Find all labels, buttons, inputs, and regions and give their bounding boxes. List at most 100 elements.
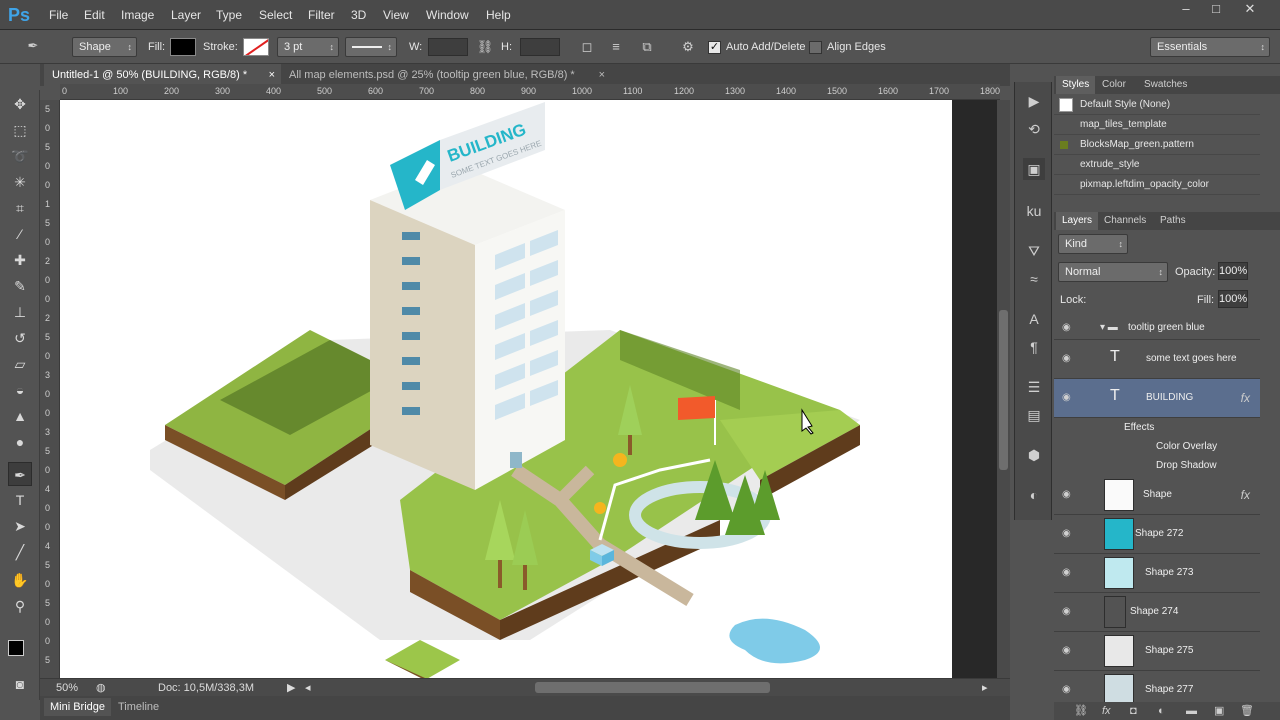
menu-file[interactable]: File bbox=[49, 8, 68, 22]
adjustments-icon[interactable]: ≈ bbox=[1023, 268, 1045, 290]
menu-type[interactable]: Type bbox=[216, 8, 242, 22]
notes-icon[interactable]: ▤ bbox=[1023, 404, 1045, 426]
quick-mask-icon[interactable]: ◙ bbox=[8, 672, 32, 696]
fx-icon[interactable]: fx bbox=[1102, 702, 1111, 720]
align-edges-checkbox[interactable] bbox=[809, 41, 822, 54]
magic-wand-icon[interactable]: ✳ bbox=[8, 170, 32, 194]
stroke-swatch[interactable] bbox=[243, 38, 269, 56]
style-item[interactable]: BlocksMap_green.pattern bbox=[1054, 135, 1260, 155]
close-tab-icon[interactable]: × bbox=[599, 64, 605, 86]
path-operations-icon[interactable]: ◻ bbox=[578, 39, 596, 55]
layer-group-row[interactable]: ◉ ▾ ▬ tooltip green blue bbox=[1054, 316, 1260, 340]
layer-row[interactable]: ◉ Shape 275 bbox=[1054, 632, 1260, 671]
line-tool-icon[interactable]: ╱ bbox=[8, 540, 32, 564]
vertical-scrollbar[interactable] bbox=[997, 100, 1010, 678]
layer-row[interactable]: ◉ Shape 277 bbox=[1054, 671, 1260, 702]
tab-styles[interactable]: Styles bbox=[1056, 76, 1096, 94]
workspace-select[interactable]: Essentials bbox=[1150, 37, 1270, 57]
brush-presets-icon[interactable]: ⛛ bbox=[1023, 240, 1045, 262]
height-field[interactable] bbox=[520, 38, 560, 56]
menu-view[interactable]: View bbox=[383, 8, 409, 22]
layer-row[interactable]: ◉ Shape fx bbox=[1054, 476, 1260, 515]
link-layers-icon[interactable]: ⛓ bbox=[1074, 702, 1088, 720]
healing-brush-icon[interactable]: ✚ bbox=[8, 248, 32, 272]
pen-tool-icon[interactable]: ✒ bbox=[8, 462, 32, 486]
minimize-button[interactable]: – bbox=[1170, 0, 1202, 18]
maximize-button[interactable]: □ bbox=[1200, 0, 1232, 18]
tab-swatches[interactable]: Swatches bbox=[1138, 76, 1193, 94]
brush-tool-icon[interactable]: ✎ bbox=[8, 274, 32, 298]
tool-mode-select[interactable]: Shape bbox=[72, 37, 137, 57]
blend-mode-select[interactable]: Normal bbox=[1058, 262, 1168, 282]
blur-tool-icon[interactable]: ▲ bbox=[8, 404, 32, 428]
style-item[interactable]: map_tiles_template bbox=[1054, 115, 1260, 135]
menu-window[interactable]: Window bbox=[426, 8, 469, 22]
move-tool-icon[interactable]: ✥ bbox=[8, 92, 32, 116]
history-brush-icon[interactable]: ↺ bbox=[8, 326, 32, 350]
fill-swatch[interactable] bbox=[170, 38, 196, 56]
document-canvas[interactable]: BUILDING SOME TEXT GOES HERE bbox=[60, 100, 952, 678]
history-icon[interactable]: ⟲ bbox=[1023, 118, 1045, 140]
menu-edit[interactable]: Edit bbox=[84, 8, 105, 22]
libraries-icon[interactable]: ▣ bbox=[1023, 158, 1045, 180]
fill-field[interactable]: 100% bbox=[1218, 290, 1248, 308]
stroke-type-select[interactable] bbox=[345, 37, 397, 57]
layer-row-selected[interactable]: ◉ T BUILDING fx bbox=[1054, 379, 1260, 418]
trash-icon[interactable]: 🗑 bbox=[1240, 702, 1254, 720]
menu-help[interactable]: Help bbox=[486, 8, 511, 22]
clone-stamp-icon[interactable]: ⊥ bbox=[8, 300, 32, 324]
menu-layer[interactable]: Layer bbox=[171, 8, 201, 22]
path-alignment-icon[interactable]: ≡ bbox=[607, 39, 625, 55]
auto-add-checkbox[interactable]: ✓ bbox=[708, 41, 721, 54]
style-item[interactable]: Default Style (None) bbox=[1054, 95, 1260, 115]
path-selection-icon[interactable]: ➤ bbox=[8, 514, 32, 538]
3d-icon[interactable]: ⬢ bbox=[1023, 444, 1045, 466]
foreground-color-swatch[interactable] bbox=[8, 640, 24, 656]
mask-icon[interactable]: ◘ bbox=[1130, 702, 1137, 720]
tab-mini-bridge[interactable]: Mini Bridge bbox=[44, 698, 112, 716]
type-tool-icon[interactable]: T bbox=[8, 488, 32, 512]
opacity-field[interactable]: 100% bbox=[1218, 262, 1248, 280]
gear-icon[interactable]: ⚙ bbox=[679, 39, 697, 55]
dodge-tool-icon[interactable]: ● bbox=[8, 430, 32, 454]
width-field[interactable] bbox=[428, 38, 468, 56]
close-window-button[interactable]: ✕ bbox=[1234, 0, 1266, 18]
crop-tool-icon[interactable]: ⌗ bbox=[8, 196, 32, 220]
status-menu-arrow-icon[interactable]: ▶ bbox=[287, 681, 295, 694]
layer-row[interactable]: ◉ Shape 272 bbox=[1054, 515, 1260, 554]
new-layer-icon[interactable]: ▣ bbox=[1214, 702, 1224, 720]
color-wheel-icon[interactable]: ◐ bbox=[1023, 484, 1045, 506]
style-item[interactable]: pixmap.leftdim_opacity_color bbox=[1054, 175, 1260, 195]
tab-channels[interactable]: Channels bbox=[1098, 212, 1152, 230]
menu-image[interactable]: Image bbox=[121, 8, 154, 22]
properties-icon[interactable]: ☰ bbox=[1023, 376, 1045, 398]
layer-row[interactable]: ◉ Shape 273 bbox=[1054, 554, 1260, 593]
paragraph-icon[interactable]: ¶ bbox=[1023, 336, 1045, 358]
kuler-icon[interactable]: ku bbox=[1023, 200, 1045, 222]
menu-select[interactable]: Select bbox=[259, 8, 292, 22]
tab-untitled[interactable]: Untitled-1 @ 50% (BUILDING, RGB/8) * × bbox=[44, 64, 281, 86]
horizontal-scroll-thumb[interactable] bbox=[535, 682, 770, 693]
hand-tool-icon[interactable]: ✋ bbox=[8, 568, 32, 592]
lasso-tool-icon[interactable]: ➰ bbox=[8, 144, 32, 168]
paint-bucket-icon[interactable]: ◒ bbox=[8, 378, 32, 402]
new-group-icon[interactable]: ▬ bbox=[1186, 702, 1197, 720]
tab-color[interactable]: Color bbox=[1096, 76, 1132, 94]
menu-3d[interactable]: 3D bbox=[351, 8, 366, 22]
tab-layers[interactable]: Layers bbox=[1056, 212, 1099, 230]
style-item[interactable]: extrude_style bbox=[1054, 155, 1260, 175]
path-arrangement-icon[interactable]: ⧉ bbox=[638, 39, 656, 55]
marquee-tool-icon[interactable]: ⬚ bbox=[8, 118, 32, 142]
layer-row[interactable]: ◉ T some text goes here bbox=[1054, 340, 1260, 379]
scroll-right-icon[interactable]: ▸ bbox=[982, 681, 988, 694]
tab-paths[interactable]: Paths bbox=[1154, 212, 1192, 230]
menu-filter[interactable]: Filter bbox=[308, 8, 335, 22]
pen-tool-preset-icon[interactable]: ✒ bbox=[22, 38, 44, 54]
zoom-level[interactable]: 50% bbox=[56, 682, 78, 694]
play-icon[interactable]: ▶ bbox=[1023, 90, 1045, 112]
stroke-width-field[interactable]: 3 pt bbox=[277, 37, 339, 57]
layer-row[interactable]: ◉ Shape 274 bbox=[1054, 593, 1260, 632]
character-icon[interactable]: A bbox=[1023, 308, 1045, 330]
tab-timeline[interactable]: Timeline bbox=[118, 701, 159, 713]
effect-drop-shadow[interactable]: Drop Shadow bbox=[1156, 460, 1217, 471]
